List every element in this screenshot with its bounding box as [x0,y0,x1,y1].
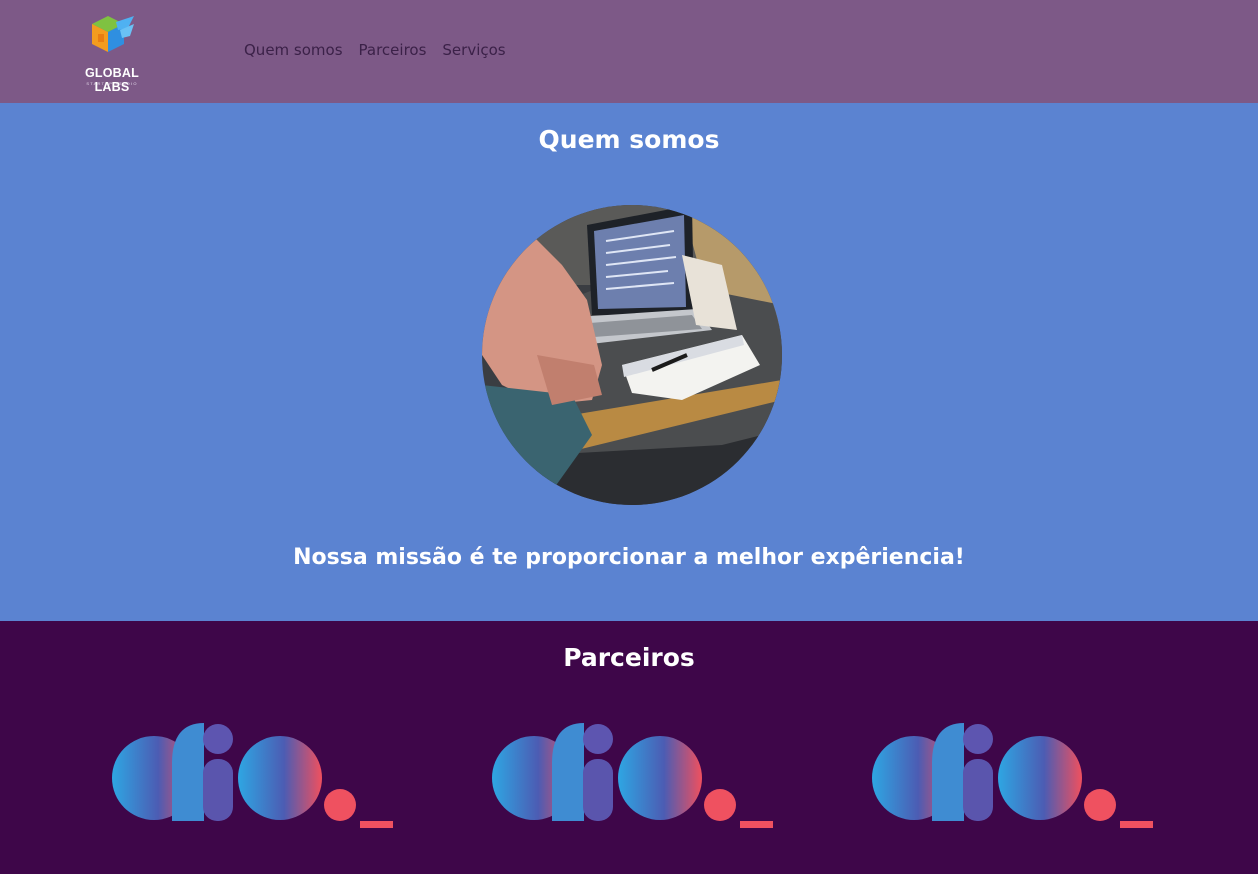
navbar: GLOBAL LABS STARTUP STUDIO Quem somos Pa… [0,0,1258,103]
nav-link-servicos[interactable]: Serviços [442,40,505,60]
partner-logo-3[interactable] [872,723,1154,835]
cube-logo-icon [92,16,134,52]
logo-text: GLOBAL LABS [85,66,139,94]
about-title: Quem somos [538,125,720,154]
partner-logo-1[interactable] [112,723,394,835]
dio-logo-icon [492,723,773,828]
partner-logo-2[interactable] [492,723,774,835]
dio-logo-icon [872,723,1153,828]
partners-title: Parceiros [563,643,695,672]
mission-text: Nossa missão é te proporcionar a melhor … [293,545,965,570]
about-section: Quem somos Nossa missão é te proporciona… [0,103,1258,621]
logo-subtext: STARTUP STUDIO [86,81,138,86]
main-nav: Quem somos Parceiros Serviços [244,40,522,60]
partners-section: Parceiros [0,621,1258,874]
nav-link-quem-somos[interactable]: Quem somos [244,40,343,60]
laptop-study-photo [482,205,782,505]
dio-logo-icon [112,723,393,828]
nav-link-parceiros[interactable]: Parceiros [359,40,427,60]
global-labs-logo[interactable]: GLOBAL LABS STARTUP STUDIO [62,14,162,94]
